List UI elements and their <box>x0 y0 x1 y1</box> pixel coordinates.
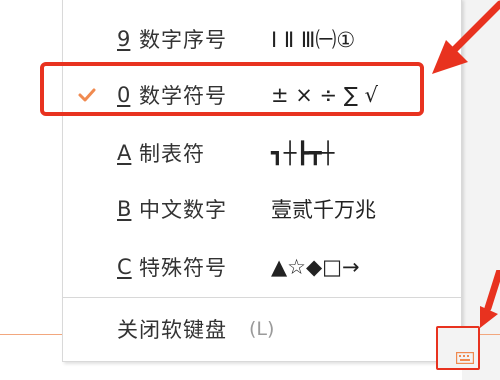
highlight-box <box>40 62 424 116</box>
menu-item-shortcut: B <box>117 197 132 221</box>
menu-item-shortcut: C <box>117 255 132 279</box>
menu-separator <box>63 297 461 298</box>
menu-item-symbols: ┓┼┣┳┼ <box>271 141 335 165</box>
close-soft-keyboard-item[interactable]: 关闭软键盘 (L) <box>63 311 461 347</box>
menu-item-number-ordinals[interactable]: 9 数字序号 Ⅰ Ⅱ Ⅲ㈠① <box>63 21 461 57</box>
keyboard-icon <box>456 352 474 364</box>
menu-item-chinese-numerals[interactable]: B 中文数字 壹贰千万兆 <box>63 191 461 227</box>
menu-item-label: 关闭软键盘 <box>117 318 227 342</box>
menu-item-symbols: ▲☆◆□→ <box>271 255 360 279</box>
menu-item-shortcut: 9 <box>117 27 131 51</box>
pointer-arrow-bottom <box>480 270 500 328</box>
menu-item-label: 数字序号 <box>139 28 227 52</box>
menu-item-shortcut-hint: (L) <box>249 318 275 340</box>
menu-item-label: 中文数字 <box>139 198 227 222</box>
soft-keyboard-menu: 9 数字序号 Ⅰ Ⅱ Ⅲ㈠① 0 数学符号 ± × ÷ ∑ √ A 制表符 ┓┼… <box>62 0 462 362</box>
menu-item-symbols: Ⅰ Ⅱ Ⅲ㈠① <box>271 28 356 52</box>
pointer-arrow-top <box>432 0 500 74</box>
keyboard-button[interactable] <box>436 326 480 370</box>
menu-item-symbols: 壹贰千万兆 <box>271 198 376 222</box>
menu-item-special-symbols[interactable]: C 特殊符号 ▲☆◆□→ <box>63 249 461 285</box>
menu-item-label: 特殊符号 <box>139 256 227 280</box>
menu-item-shortcut: A <box>117 141 132 165</box>
menu-item-label: 制表符 <box>139 142 205 166</box>
menu-item-table-symbols[interactable]: A 制表符 ┓┼┣┳┼ <box>63 135 461 171</box>
